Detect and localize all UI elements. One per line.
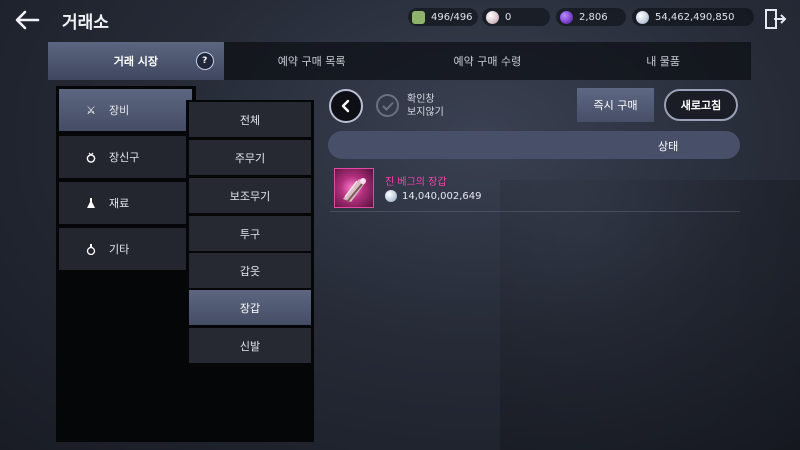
subcategory-helmet[interactable]: 투구 — [189, 216, 311, 251]
category-misc-label: 기타 — [109, 243, 130, 256]
skip-confirm-label: 확인창 보지않기 — [407, 93, 444, 119]
bag-icon — [412, 10, 425, 24]
tab-market-label: 거래 시장 — [113, 55, 159, 68]
help-badge-icon[interactable]: ? — [195, 52, 214, 70]
exit-button[interactable] — [763, 8, 787, 30]
back-button[interactable] — [12, 7, 42, 33]
pearl-counter: 0 — [482, 8, 550, 26]
dark-crystal-counter: 2,806 — [556, 8, 626, 26]
skip-confirm-line1: 확인창 — [407, 94, 435, 105]
pearl-value: 0 — [505, 11, 512, 23]
tab-my-items-label: 내 물품 — [646, 55, 681, 68]
status-column-header: 상태 — [658, 140, 679, 153]
instant-buy-button[interactable]: 즉시 구매 — [577, 88, 654, 122]
tab-bar: 거래 시장 ? 예약 구매 목록 예약 구매 수령 내 물품 — [48, 42, 751, 80]
subcategory-main-weapon[interactable]: 주무기 — [189, 140, 311, 175]
top-bar: 거래소 496/496 0 2,806 54,462,490,850 — [0, 0, 800, 40]
potion-icon — [85, 243, 97, 255]
subcategory-shoes[interactable]: 신발 — [189, 328, 311, 363]
list-item[interactable]: 진 베그의 장갑 14,040,002,649 — [330, 166, 740, 212]
crossed-swords-icon: ⚔ — [86, 103, 96, 117]
refresh-button[interactable]: 새로고침 — [664, 89, 738, 121]
category-material-label: 재료 — [109, 197, 130, 210]
subcategory-panel: 전체 주무기 보조무기 투구 갑옷 장갑 신발 — [186, 100, 314, 442]
arrow-left-icon — [15, 10, 40, 30]
tab-reserved-receive[interactable]: 예약 구매 수령 — [400, 42, 576, 80]
bag-capacity-counter: 496/496 — [408, 8, 478, 26]
subcategory-gloves[interactable]: 장갑 — [189, 290, 311, 325]
dark-crystal-value: 2,806 — [579, 11, 608, 23]
silver-counter: 54,462,490,850 — [632, 8, 754, 26]
subcategory-sub-weapon[interactable]: 보조무기 — [189, 178, 311, 213]
item-price-value: 14,040,002,649 — [402, 190, 482, 202]
item-price: 14,040,002,649 — [385, 190, 482, 202]
dark-crystal-icon — [560, 10, 573, 24]
ring-icon — [85, 151, 97, 163]
silver-coin-icon — [385, 190, 397, 202]
tab-market[interactable]: 거래 시장 ? — [48, 42, 224, 80]
skip-confirm-line2: 보지않기 — [407, 107, 444, 118]
category-accessory-label: 장신구 — [109, 151, 140, 164]
silver-value: 54,462,490,850 — [655, 11, 735, 23]
exit-door-icon — [765, 9, 787, 29]
chevron-left-icon — [341, 99, 350, 113]
subcategory-all[interactable]: 전체 — [189, 102, 311, 137]
category-equipment-label: 장비 — [109, 104, 130, 117]
checkmark-icon — [376, 94, 399, 117]
pearl-icon — [486, 10, 499, 24]
background-shade — [500, 180, 800, 450]
collapse-button[interactable] — [329, 89, 363, 123]
page-title: 거래소 — [62, 13, 109, 33]
category-equipment[interactable]: ⚔ 장비 — [59, 89, 192, 131]
gloves-item-icon — [334, 168, 374, 208]
tab-reserved-list-label: 예약 구매 목록 — [277, 55, 346, 68]
category-misc[interactable]: 기타 — [59, 228, 192, 270]
category-material[interactable]: 재료 — [59, 182, 192, 224]
bag-capacity-value: 496/496 — [431, 11, 473, 23]
skip-confirm-toggle[interactable]: 확인창 보지않기 — [376, 92, 476, 120]
category-accessory[interactable]: 장신구 — [59, 136, 192, 178]
tab-reserved-receive-label: 예약 구매 수령 — [453, 55, 522, 68]
list-header: 상태 — [328, 131, 740, 159]
flask-icon — [85, 197, 97, 209]
item-name: 진 베그의 장갑 — [385, 177, 447, 188]
category-panel: ⚔ 장비 장신구 재료 기타 — [56, 86, 196, 442]
tab-my-items[interactable]: 내 물품 — [575, 42, 751, 80]
subcategory-armor[interactable]: 갑옷 — [189, 253, 311, 288]
silver-icon — [636, 10, 649, 24]
tab-reserved-list[interactable]: 예약 구매 목록 — [224, 42, 400, 80]
